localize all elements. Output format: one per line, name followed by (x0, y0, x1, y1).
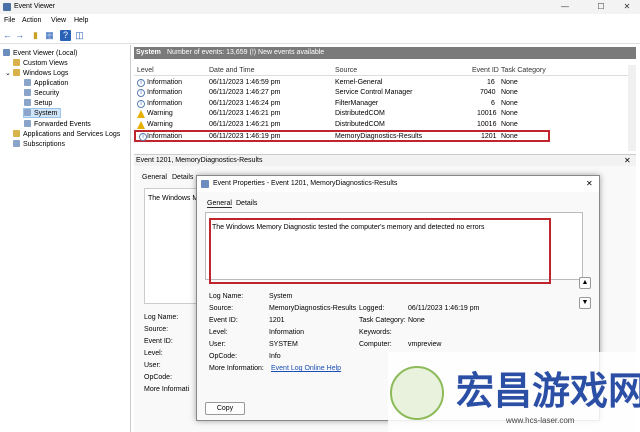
warning-icon (137, 110, 145, 118)
panel-icon[interactable]: ◫ (74, 30, 85, 41)
subscription-icon (13, 140, 20, 147)
dialog-tab-details[interactable]: Details (236, 200, 257, 207)
scroll-up-arrow-icon[interactable]: ▲ (579, 277, 591, 289)
log-name: System (136, 49, 161, 56)
table-row[interactable]: Warning 06/11/2023 1:46:21 pm Distribute… (134, 120, 628, 130)
watermark-url: www.hcs-laser.com (506, 416, 575, 425)
folder-icon (13, 130, 20, 137)
title-bar: Event Viewer — ☐ ✕ (0, 0, 640, 14)
table-row-selected[interactable]: i Information 06/11/2023 1:46:19 pm Memo… (134, 130, 550, 142)
close-button[interactable]: ✕ (616, 1, 638, 13)
copy-button[interactable]: Copy (205, 402, 245, 415)
message-highlight: The Windows Memory Diagnostic tested the… (209, 218, 551, 284)
table-row[interactable]: i Information 06/11/2023 1:46:59 pm Kern… (134, 78, 628, 88)
dialog-close-button[interactable]: ✕ (586, 179, 593, 188)
watermark-text: 宏昌游戏网 (456, 369, 640, 413)
watermark-logo-icon (390, 366, 444, 420)
tree-subscriptions[interactable]: Subscriptions (13, 140, 65, 148)
event-id-value: 1201 (269, 317, 285, 324)
tree-windows-logs[interactable]: ⌄ Windows Logs (5, 69, 68, 77)
log-name-value: System (269, 293, 293, 300)
log-icon (24, 99, 31, 106)
partial-row (134, 143, 628, 151)
dialog-title-bar: Event Properties - Event 1201, MemoryDia… (197, 176, 599, 192)
log-icon (24, 109, 31, 116)
tree-system[interactable]: System (22, 108, 62, 118)
folder-icon[interactable]: ▮ (30, 30, 41, 41)
menu-file[interactable]: File (4, 17, 15, 24)
computer-value: vmpreview (408, 341, 442, 348)
folder-icon (12, 69, 20, 76)
watermark: 宏昌游戏网 www.hcs-laser.com (388, 352, 640, 432)
back-arrow-icon[interactable]: ← (2, 30, 13, 41)
dialog-title: Event Properties - Event 1201, MemoryDia… (213, 180, 398, 187)
tree-custom-views[interactable]: Custom Views (13, 59, 68, 67)
tab-details[interactable]: Details (172, 174, 193, 181)
menu-view[interactable]: View (51, 17, 66, 24)
event-viewer-icon (201, 180, 209, 188)
dialog-tab-general[interactable]: General (207, 200, 232, 208)
col-task[interactable]: Task Category (501, 67, 546, 74)
tree-root[interactable]: Event Viewer (Local) (3, 49, 77, 57)
log-icon (24, 89, 31, 96)
event-viewer-icon (3, 3, 11, 11)
tree-apps-services-logs[interactable]: Applications and Services Logs (13, 130, 120, 138)
info-icon: i (137, 79, 145, 87)
folder-icon (13, 59, 20, 66)
task-category-value: None (408, 317, 425, 324)
event-count: Number of events: 13,659 (!) New events … (167, 49, 325, 56)
minimize-button[interactable]: — (554, 1, 576, 13)
scroll-down-arrow-icon[interactable]: ▼ (579, 297, 591, 309)
warning-icon (137, 121, 145, 129)
info-icon: i (139, 133, 147, 141)
tree-application[interactable]: Application (24, 79, 68, 87)
info-icon: i (137, 100, 145, 108)
tree-setup[interactable]: Setup (24, 99, 52, 107)
navigation-tree: Event Viewer (Local) Custom Views ⌄ Wind… (0, 45, 131, 432)
event-log-help-link[interactable]: Event Log Online Help (271, 365, 341, 372)
computer-icon (3, 49, 10, 56)
properties-icon[interactable]: ▦ (44, 30, 55, 41)
menu-action[interactable]: Action (22, 17, 41, 24)
menu-help[interactable]: Help (74, 17, 88, 24)
menu-bar: File Action View Help (0, 14, 640, 27)
event-message: The Windows Memory Diagnostic tested the… (212, 224, 485, 231)
tree-forwarded-events[interactable]: Forwarded Events (24, 120, 91, 128)
info-icon: i (137, 89, 145, 97)
col-date[interactable]: Date and Time (209, 67, 255, 74)
help-icon[interactable]: ? (60, 30, 71, 41)
level-value: Information (269, 329, 305, 336)
event-list-header: Level Date and Time Source Event ID Task… (134, 65, 628, 76)
table-row[interactable]: i Information 06/11/2023 1:46:27 pm Serv… (134, 88, 628, 98)
log-header-bar: System Number of events: 13,659 (!) New … (134, 47, 636, 59)
detail-title: Event 1201, MemoryDiagnostics-Results (136, 157, 263, 164)
table-row[interactable]: Warning 06/11/2023 1:46:21 pm Distribute… (134, 109, 628, 119)
col-event-id[interactable]: Event ID (472, 67, 499, 74)
preview-message-box: The Windows M (144, 188, 200, 304)
logged-value: 06/11/2023 1:46:19 pm (408, 305, 480, 312)
user-value: SYSTEM (269, 341, 298, 348)
detail-header: Event 1201, MemoryDiagnostics-Results ✕ (134, 154, 636, 166)
table-row[interactable]: i Information 06/11/2023 1:46:24 pm Filt… (134, 99, 628, 109)
tree-security[interactable]: Security (24, 89, 59, 97)
forward-arrow-icon[interactable]: → (14, 30, 25, 41)
maximize-button[interactable]: ☐ (590, 1, 612, 13)
col-level[interactable]: Level (137, 67, 154, 74)
event-list-scrollbar[interactable] (628, 65, 636, 151)
source-value: MemoryDiagnostics-Results (269, 305, 357, 312)
log-icon (24, 79, 31, 86)
tab-general[interactable]: General (142, 174, 167, 181)
log-icon (24, 120, 31, 127)
opcode-value: Info (269, 353, 281, 360)
close-detail-icon[interactable]: ✕ (624, 156, 631, 165)
col-source[interactable]: Source (335, 67, 357, 74)
toolbar: ← → ▮ ▦ ? ◫ (0, 27, 640, 44)
window-title: Event Viewer (14, 3, 56, 10)
